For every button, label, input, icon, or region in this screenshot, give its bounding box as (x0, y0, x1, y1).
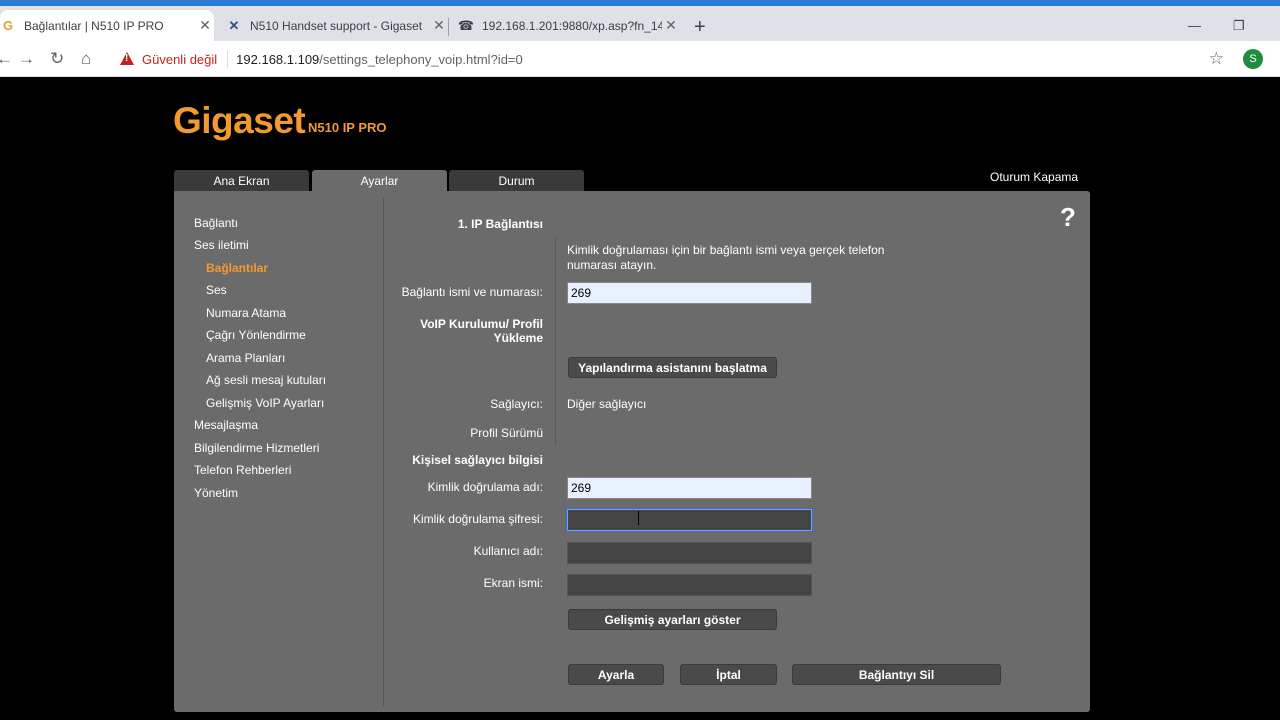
url-path: /settings_telephony_voip.html?id=0 (319, 51, 523, 67)
display-name-label: Ekran ismi: (483, 576, 543, 590)
sidebar-item-number-assignment[interactable]: Numara Atama (206, 306, 286, 320)
sidebar-divider (383, 198, 384, 706)
forward-icon[interactable]: → (18, 49, 35, 69)
auth-name-label: Kimlik doğrulama adı: (427, 480, 543, 494)
browser-toolbar: ← → ↻ ⌂ Güvenli değil 192.168.1.109 /set… (0, 41, 1280, 77)
tab-title: N510 Handset support - Gigaset (250, 18, 423, 33)
text-cursor-icon (636, 511, 642, 525)
sidebar-item-management[interactable]: Yönetim (194, 486, 238, 500)
model-name: N510 IP PRO (308, 120, 387, 135)
username-input[interactable] (567, 542, 812, 564)
new-tab-icon[interactable]: + (694, 16, 706, 39)
bookmark-star-icon[interactable]: ☆ (1209, 49, 1224, 69)
auth-password-input[interactable] (567, 509, 812, 531)
reload-icon[interactable]: ↻ (50, 49, 64, 69)
connection-name-input[interactable] (567, 282, 812, 304)
voip-setup-label-line2: Yükleme (493, 331, 543, 345)
sidebar-item-connections[interactable]: Bağlantılar (206, 261, 268, 275)
gigaset-icon: G (2, 18, 14, 33)
tab-title: 192.168.1.201:9880/xp.asp?fn_14 (482, 18, 662, 33)
tab-title: Bağlantılar | N510 IP PRO (24, 18, 164, 33)
sidebar-item-call-forwarding[interactable]: Çağrı Yönlendirme (206, 328, 306, 342)
url-host: 192.168.1.109 (236, 51, 320, 67)
form-column-divider (555, 236, 556, 446)
sidebar-item-directories[interactable]: Telefon Rehberleri (194, 463, 291, 477)
profile-version-label: Profil Sürümü (470, 426, 543, 440)
tab-status[interactable]: Durum (449, 170, 584, 191)
back-icon[interactable]: ← (0, 49, 13, 69)
help-icon[interactable]: ? (1060, 202, 1076, 233)
omnibox-divider (227, 50, 229, 68)
sidebar-item-telephony[interactable]: Ses iletimi (194, 238, 249, 252)
start-wizard-button[interactable]: Yapılandırma asistanını başlatma (568, 357, 777, 378)
restore-icon[interactable]: ❐ (1233, 18, 1245, 34)
section-title: 1. IP Bağlantısı (457, 217, 543, 231)
auth-password-label: Kimlik doğrulama şifresi: (412, 512, 543, 526)
provider-value: Diğer sağlayıcı (567, 397, 647, 411)
minimize-icon[interactable]: — (1188, 18, 1201, 33)
cancel-button[interactable]: İptal (680, 664, 777, 685)
sidebar-item-info-services[interactable]: Bilgilendirme Hizmetleri (194, 441, 319, 455)
sidebar-item-messaging[interactable]: Mesajlaşma (194, 418, 258, 432)
browser-tab-2[interactable]: ✕ N510 Handset support - Gigaset ✕ (226, 10, 448, 41)
sidebar-item-dialing-plans[interactable]: Arama Planları (206, 351, 285, 365)
close-icon[interactable]: ✕ (662, 17, 680, 34)
sidebar-item-advanced-voip[interactable]: Gelişmiş VoIP Ayarları (206, 396, 324, 410)
close-icon[interactable]: ✕ (196, 17, 214, 34)
connection-name-label: Bağlantı ismi ve numarası: (401, 285, 543, 299)
browser-tab-1[interactable]: G Bağlantılar | N510 IP PRO ✕ (0, 10, 214, 41)
security-label[interactable]: Güvenli değil (142, 52, 217, 67)
x-icon: ✕ (228, 17, 240, 33)
logout-link[interactable]: Oturum Kapama (990, 170, 1078, 184)
warning-icon (120, 52, 136, 66)
delete-connection-button[interactable]: Bağlantıyı Sil (792, 664, 1001, 685)
sidebar-item-network[interactable]: Bağlantı (194, 216, 238, 230)
show-advanced-button[interactable]: Gelişmiş ayarları göster (568, 609, 777, 630)
profile-avatar[interactable]: S (1243, 49, 1263, 69)
phone-icon: ☎ (457, 17, 475, 33)
set-button[interactable]: Ayarla (568, 664, 664, 685)
hint-text-line2: numarası atayın. (567, 258, 657, 272)
sidebar-item-network-mailboxes[interactable]: Ağ sesli mesaj kutuları (206, 373, 326, 387)
tab-settings[interactable]: Ayarlar (312, 170, 447, 192)
hint-text-line1: Kimlik doğrulaması için bir bağlantı ism… (567, 243, 885, 257)
home-icon[interactable]: ⌂ (81, 49, 91, 69)
browser-tab-3[interactable]: ☎ 192.168.1.201:9880/xp.asp?fn_14 ✕ (458, 10, 680, 41)
display-name-input[interactable] (567, 574, 812, 596)
close-icon[interactable]: ✕ (430, 17, 448, 34)
browser-tab-bar: G Bağlantılar | N510 IP PRO ✕ ✕ N510 Han… (0, 6, 1280, 41)
tab-separator (448, 18, 449, 36)
personal-info-title: Kişisel sağlayıcı bilgisi (412, 453, 543, 467)
address-bar[interactable]: Güvenli değil 192.168.1.109 /settings_te… (112, 45, 1240, 73)
username-label: Kullanıcı adı: (473, 544, 543, 558)
auth-name-input[interactable] (567, 477, 812, 499)
voip-setup-label-line1: VoIP Kurulumu/ Profil (420, 317, 543, 331)
sidebar-item-audio[interactable]: Ses (206, 283, 227, 297)
tab-home[interactable]: Ana Ekran (174, 170, 309, 191)
gigaset-logo: Gigaset (173, 100, 306, 141)
provider-label: Sağlayıcı: (490, 397, 543, 411)
